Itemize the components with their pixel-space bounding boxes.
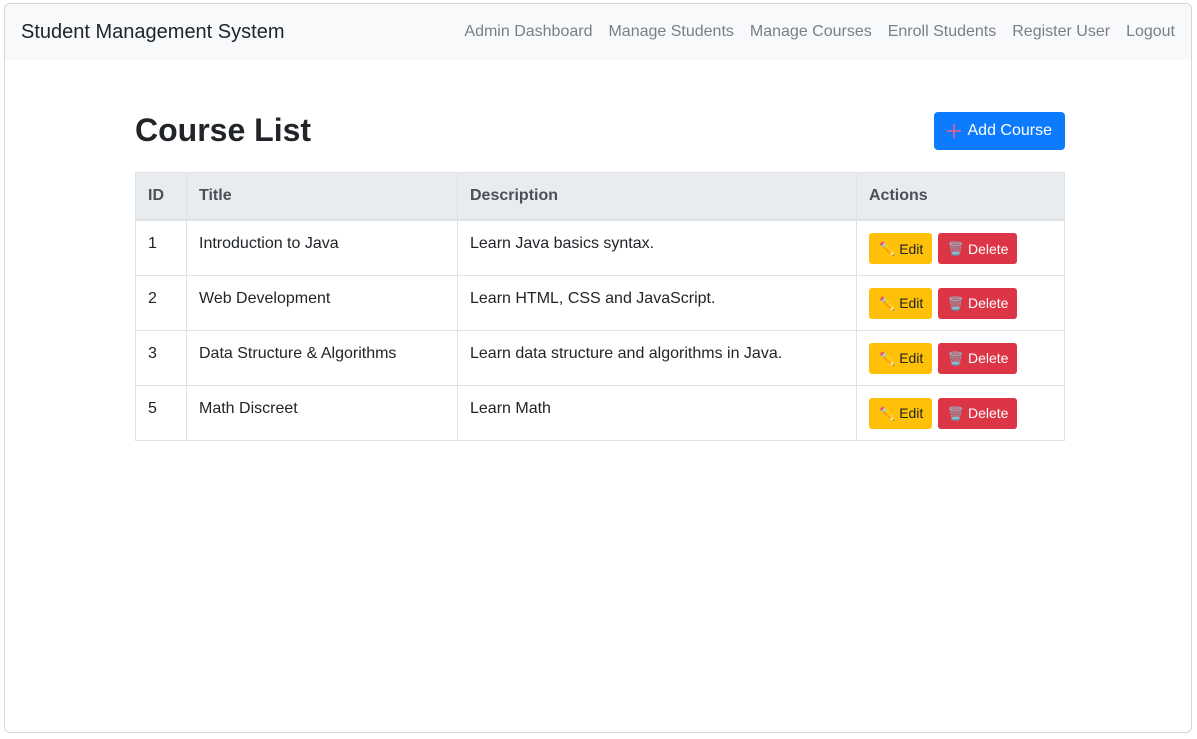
cell-id: 3 <box>135 329 187 386</box>
edit-label: Edit <box>899 350 924 366</box>
page-header: Course List Add Course <box>135 110 1065 172</box>
delete-button[interactable]: 🗑️ Delete <box>937 397 1018 429</box>
table-row: 2 Web Development Learn HTML, CSS and Ja… <box>135 274 1065 331</box>
navbar: Student Management System Admin Dashboar… <box>5 4 1191 60</box>
cell-description: Learn data structure and algorithms in J… <box>457 329 857 386</box>
edit-button[interactable]: ✏️ Edit <box>869 397 933 429</box>
delete-button[interactable]: 🗑️ Delete <box>937 233 1018 264</box>
browser-window: Student Management System Admin Dashboar… <box>4 3 1192 733</box>
cell-description: Learn Java basics syntax. <box>457 219 857 276</box>
cell-title: Data Structure & Algorithms <box>186 329 458 386</box>
pencil-icon: ✏️ <box>879 405 896 421</box>
cell-id: 5 <box>135 384 187 441</box>
cell-id: 1 <box>135 219 187 276</box>
add-course-label: Add Course <box>967 122 1053 139</box>
header-description: Description <box>457 172 857 221</box>
table-row: 5 Math Discreet Learn Math ✏️ Edit 🗑️ Dele… <box>135 384 1065 441</box>
delete-label: Delete <box>967 405 1009 421</box>
brand-link[interactable]: Student Management System <box>21 21 284 44</box>
plus-icon <box>946 124 961 138</box>
nav-manage-students[interactable]: Manage Students <box>608 23 733 41</box>
delete-button[interactable]: 🗑️ Delete <box>937 342 1018 374</box>
pencil-icon: ✏️ <box>879 241 896 256</box>
cell-actions: ✏️ Edit 🗑️ Delete <box>856 219 1065 276</box>
trash-icon: 🗑️ <box>947 295 964 311</box>
cell-actions: ✏️ Edit 🗑️ Delete <box>856 274 1065 331</box>
add-course-button[interactable]: Add Course <box>933 112 1065 150</box>
edit-label: Edit <box>899 295 924 311</box>
nav-links: Admin Dashboard Manage Students Manage C… <box>464 23 1175 41</box>
header-title: Title <box>186 172 458 221</box>
trash-icon: 🗑️ <box>947 350 964 366</box>
cell-title: Introduction to Java <box>186 219 458 276</box>
header-id: ID <box>135 172 187 221</box>
nav-admin-dashboard[interactable]: Admin Dashboard <box>464 23 592 41</box>
page-title: Course List <box>135 112 312 148</box>
delete-button[interactable]: 🗑️ Delete <box>937 287 1018 319</box>
delete-label: Delete <box>967 350 1009 366</box>
cell-description: Learn HTML, CSS and JavaScript. <box>457 274 857 331</box>
pencil-icon: ✏️ <box>879 295 896 311</box>
nav-logout[interactable]: Logout <box>1126 23 1175 41</box>
table-header-row: ID Title Description Actions <box>135 172 1065 221</box>
edit-button[interactable]: ✏️ Edit <box>869 287 933 319</box>
cell-id: 2 <box>135 274 187 331</box>
edit-label: Edit <box>899 240 924 257</box>
delete-label: Delete <box>967 295 1009 311</box>
table-row: 3 Data Structure & Algorithms Learn data… <box>135 329 1065 386</box>
trash-icon: 🗑️ <box>947 241 964 256</box>
nav-manage-courses[interactable]: Manage Courses <box>750 23 872 41</box>
course-table: ID Title Description Actions 1 Introduct… <box>135 172 1065 441</box>
trash-icon: 🗑️ <box>947 405 964 421</box>
cell-description: Learn Math <box>457 384 857 441</box>
edit-button[interactable]: ✏️ Edit <box>869 342 933 374</box>
table-row: 1 Introduction to Java Learn Java basics… <box>135 219 1065 276</box>
edit-button[interactable]: ✏️ Edit <box>869 233 933 264</box>
cell-actions: ✏️ Edit 🗑️ Delete <box>856 384 1065 441</box>
cell-title: Web Development <box>186 274 458 331</box>
cell-title: Math Discreet <box>186 384 458 441</box>
delete-label: Delete <box>967 240 1009 257</box>
edit-label: Edit <box>899 405 924 421</box>
pencil-icon: ✏️ <box>879 350 896 366</box>
cell-actions: ✏️ Edit 🗑️ Delete <box>856 329 1065 386</box>
header-actions: Actions <box>856 172 1065 221</box>
nav-register-user[interactable]: Register User <box>1012 23 1110 41</box>
main-container: Course List Add Course ID Title Descript… <box>135 110 1065 441</box>
nav-enroll-students[interactable]: Enroll Students <box>888 23 997 41</box>
